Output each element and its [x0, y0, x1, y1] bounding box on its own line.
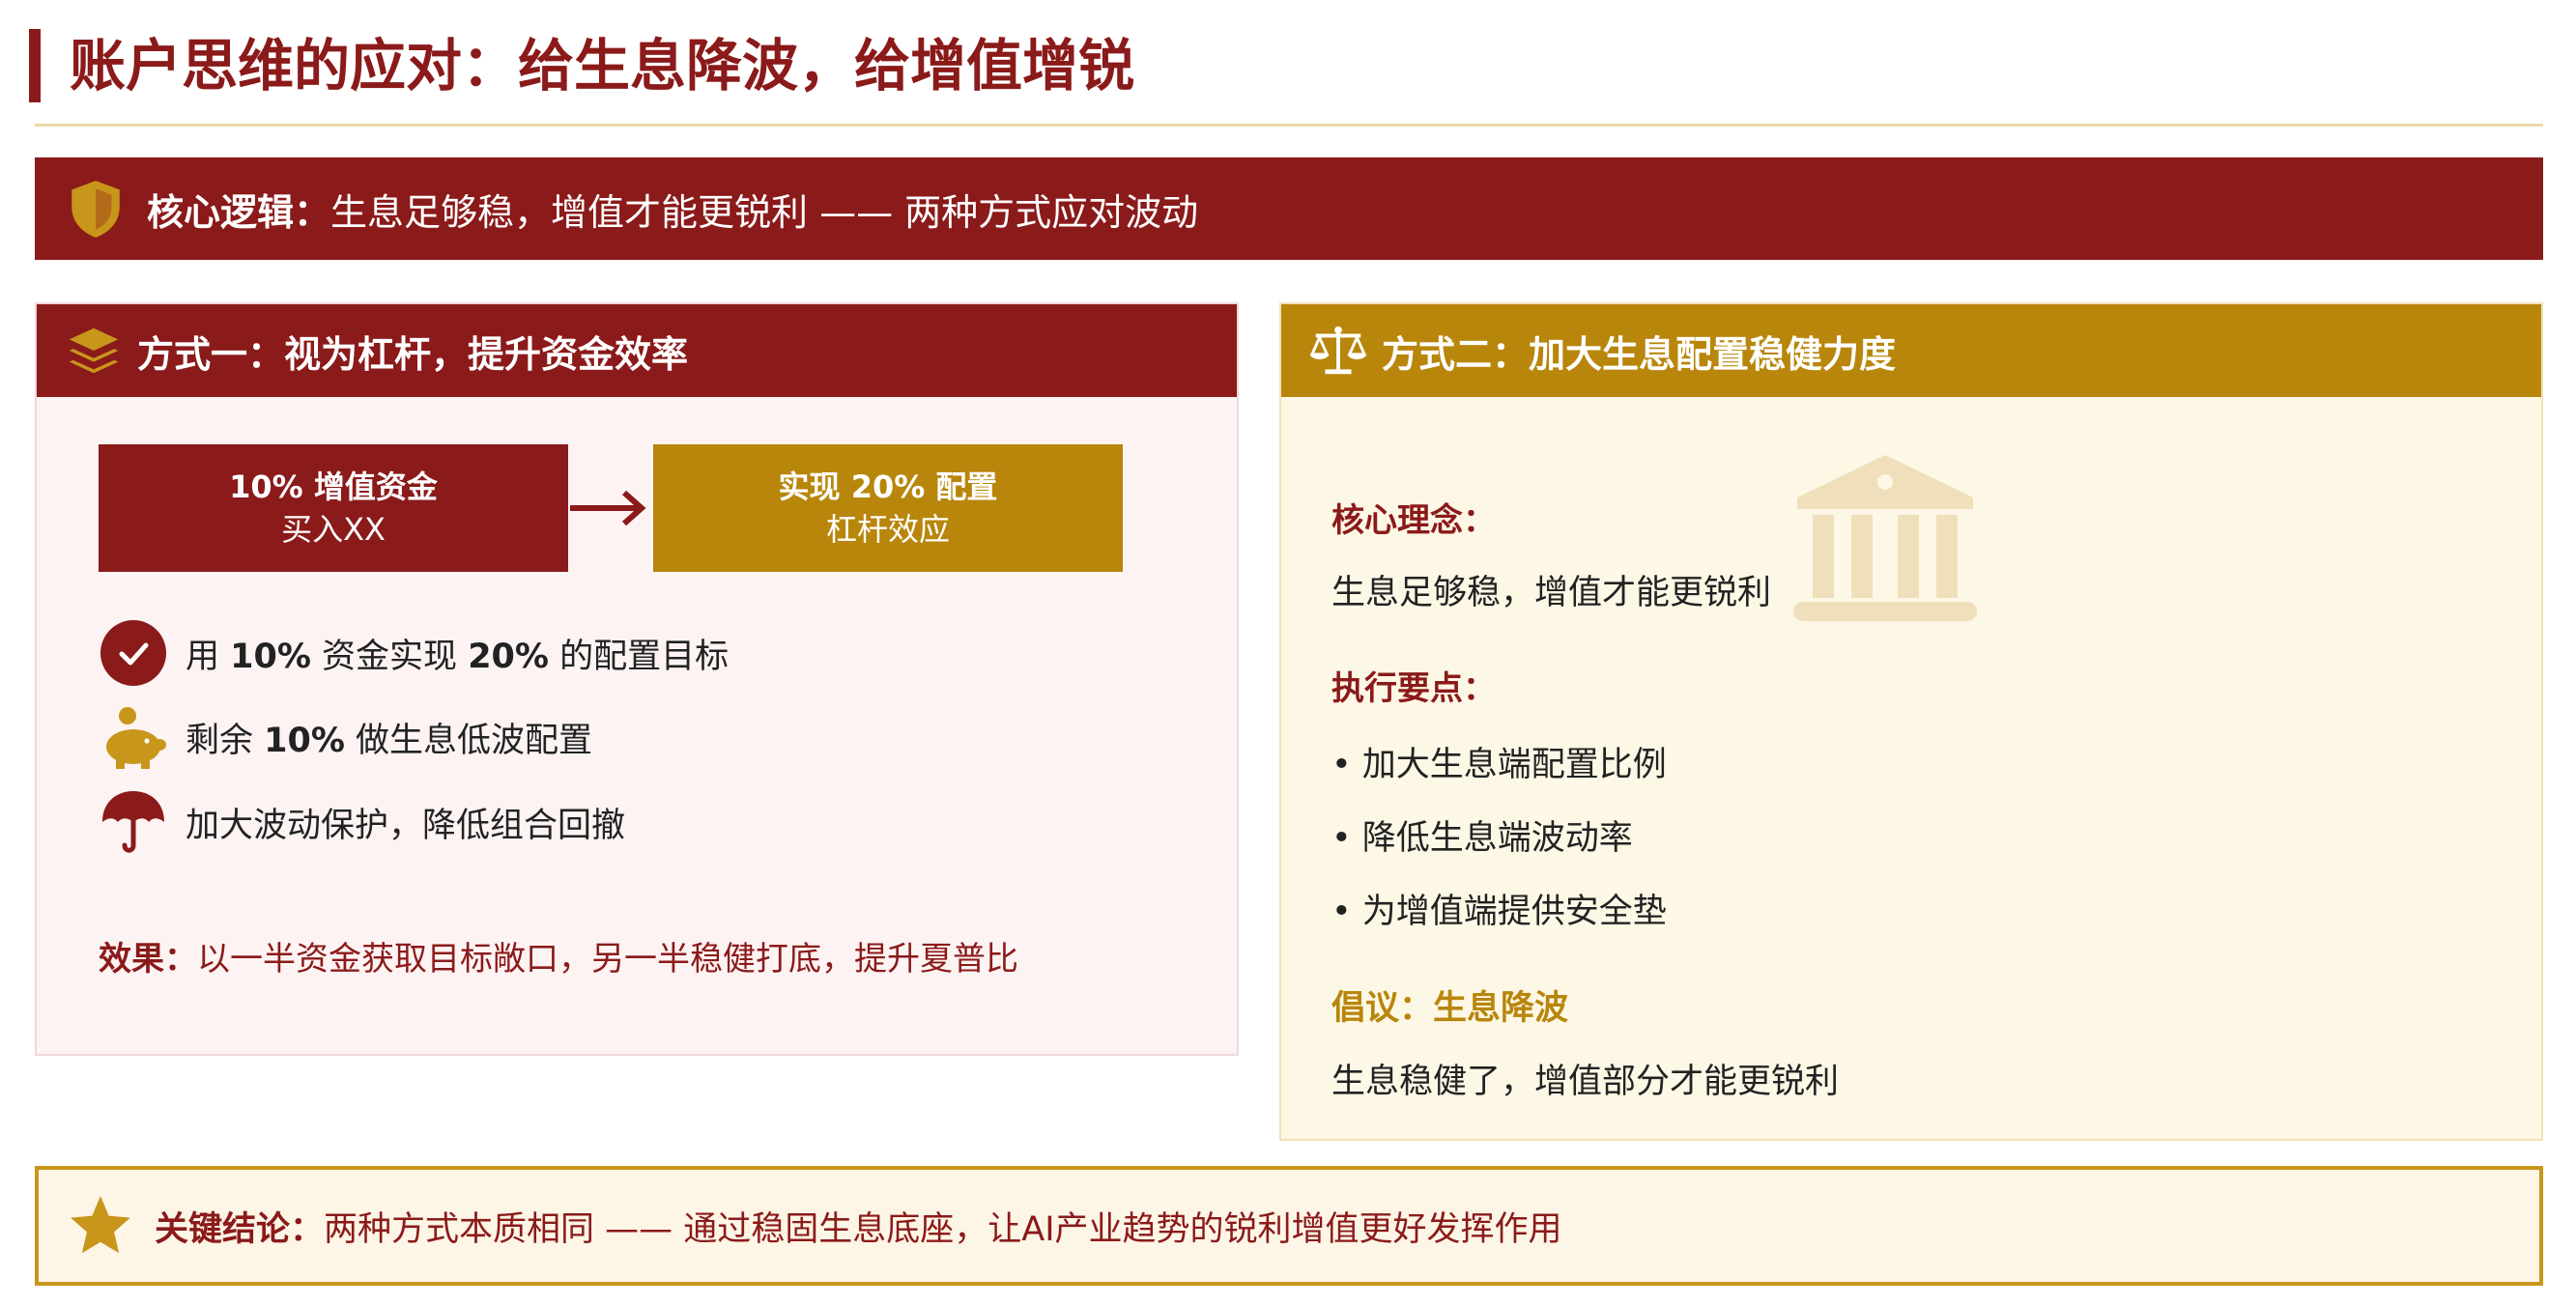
balance-scale-icon	[1309, 326, 1367, 375]
title-accent-bar	[29, 29, 41, 102]
growth-capital-title: 10% 增值资金	[229, 468, 438, 505]
layers-icon	[69, 327, 119, 374]
key-conclusion-banner: 关键结论：两种方式本质相同 —— 通过稳固生息底座，让AI产业趋势的锐利增值更好…	[35, 1166, 2543, 1286]
method-two-header: 方式二：加大生息配置稳健力度	[1281, 304, 2541, 397]
concept-text: 生息足够稳，增值才能更锐利	[1331, 574, 1772, 612]
list-item-text: 剩余 10% 做生息低波配置	[186, 721, 593, 760]
core-logic-banner: 核心逻辑：生息足够稳，增值才能更锐利 —— 两种方式应对波动	[35, 157, 2543, 260]
advice-label: 倡议：生息降波	[1331, 989, 1569, 1028]
check-circle-icon	[100, 620, 166, 686]
core-logic-label: 核心逻辑：	[147, 190, 331, 234]
star-icon	[71, 1196, 130, 1254]
growth-capital-subtitle: 买入XX	[281, 511, 386, 548]
page-title: 账户思维的应对：给生息降波，给增值增锐	[70, 33, 1135, 99]
allocation-box: 实现 20% 配置 杠杆效应	[653, 444, 1123, 572]
advice-text: 生息稳健了，增值部分才能更锐利	[1331, 1063, 1840, 1101]
method-one-title: 方式一：视为杠杆，提升资金效率	[137, 332, 689, 376]
conclusion-text: 关键结论：两种方式本质相同 —— 通过稳固生息底座，让AI产业趋势的锐利增值更好…	[155, 1202, 1562, 1251]
method-one-card: 方式一：视为杠杆，提升资金效率 10% 增值资金 买入XX 实现 20% 配置 …	[35, 302, 1239, 1056]
effect-label: 效果：	[99, 940, 197, 979]
list-item-remaining-capital: 剩余 10% 做生息低波配置	[99, 702, 592, 772]
umbrella-icon	[102, 791, 164, 853]
conclusion-label: 关键结论：	[155, 1209, 325, 1249]
core-logic-body: 生息足够稳，增值才能更锐利 —— 两种方式应对波动	[330, 190, 1199, 234]
conclusion-body: 两种方式本质相同 —— 通过稳固生息底座，让AI产业趋势的锐利增值更好发挥作用	[324, 1209, 1562, 1249]
shield-icon	[72, 181, 120, 238]
piggy-bank-icon	[106, 707, 166, 769]
method-two-title: 方式二：加大生息配置稳健力度	[1382, 332, 1897, 376]
list-item-text: 用 10% 资金实现 20% 的配置目标	[186, 637, 730, 676]
list-item: • 加大生息端配置比例	[1331, 746, 1667, 784]
effect-note: 效果：以一半资金获取目标敞口，另一半稳健打底，提升夏普比	[99, 932, 1018, 980]
points-label: 执行要点：	[1331, 669, 1496, 708]
core-logic-text: 核心逻辑：生息足够稳，增值才能更锐利 —— 两种方式应对波动	[147, 183, 1198, 236]
allocation-title: 实现 20% 配置	[778, 468, 998, 505]
list-item-volatility-protection: 加大波动保护，降低组合回撤	[99, 787, 625, 857]
list-item-allocation-target: 用 10% 资金实现 20% 的配置目标	[99, 618, 729, 688]
list-item: • 为增值端提供安全垫	[1331, 893, 1667, 931]
concept-label: 核心理念：	[1331, 501, 1496, 540]
growth-capital-box: 10% 增值资金 买入XX	[99, 444, 568, 572]
method-two-card: 方式二：加大生息配置稳健力度 核心理念： 生息足够稳，增值才能更锐利 执行要点：…	[1279, 302, 2543, 1141]
effect-text: 以一半资金获取目标敞口，另一半稳健打底，提升夏普比	[197, 940, 1018, 979]
bank-icon	[1793, 455, 1977, 621]
method-one-header: 方式一：视为杠杆，提升资金效率	[37, 304, 1237, 397]
list-item-text: 加大波动保护，降低组合回撤	[186, 806, 626, 845]
arrow-right-icon	[570, 490, 646, 526]
title-divider	[35, 124, 2543, 127]
list-item: • 降低生息端波动率	[1331, 819, 1633, 858]
allocation-subtitle: 杠杆效应	[825, 511, 950, 548]
